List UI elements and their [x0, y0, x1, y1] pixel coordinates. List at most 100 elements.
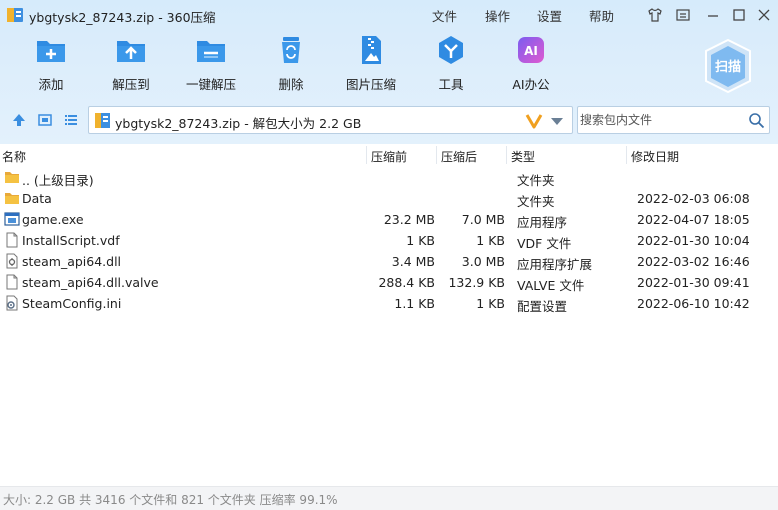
file-packed-size: 288.4 KB: [378, 275, 435, 290]
add-folder-icon: [34, 34, 68, 66]
tools-label: 工具: [438, 77, 464, 92]
file-type: 应用程序扩展: [517, 257, 593, 272]
file-name: InstallScript.vdf: [22, 233, 120, 248]
image-compress-label: 图片压缩: [345, 77, 396, 92]
file-modified: 2022-01-30 10:04: [637, 233, 750, 248]
zip-file-icon: [95, 113, 110, 128]
extract-to-button[interactable]: 解压到: [91, 34, 171, 94]
file-type: 文件夹: [517, 194, 555, 209]
title-bar: ybgtysk2_87243.zip - 360压缩 文件 操作 设置 帮助: [0, 0, 778, 30]
zip-app-icon: [7, 8, 23, 22]
dll-icon: [6, 253, 18, 269]
feedback-icon[interactable]: [674, 6, 692, 24]
tools-hexagon-icon: [434, 34, 468, 66]
column-divider[interactable]: [626, 146, 627, 164]
skin-shirt-icon[interactable]: [646, 6, 664, 24]
one-click-extract-button[interactable]: 一键解压: [171, 34, 251, 94]
file-type: 文件夹: [517, 173, 555, 188]
file-icon: [6, 274, 18, 290]
file-compressed-size: 7.0 MB: [461, 212, 505, 227]
file-type: 配置设置: [517, 299, 568, 314]
file-modified: 2022-01-30 09:41: [637, 275, 750, 290]
one-click-extract-label: 一键解压: [185, 77, 236, 92]
file-name: SteamConfig.ini: [22, 296, 122, 311]
file-compressed-size: 132.9 KB: [448, 275, 505, 290]
chevron-down-icon[interactable]: [550, 116, 564, 126]
file-packed-size: 3.4 MB: [391, 254, 435, 269]
file-modified: 2022-06-10 10:42: [637, 296, 750, 311]
ini-icon: [6, 295, 18, 311]
scan-label: 扫描: [714, 60, 741, 75]
list-item[interactable]: Data 文件夹 2022-02-03 06:08: [0, 188, 778, 209]
search-icon[interactable]: [748, 112, 765, 129]
thumbnail-view-icon[interactable]: [36, 111, 54, 129]
list-item[interactable]: game.exe 23.2 MB 7.0 MB 应用程序 2022-04-07 …: [0, 209, 778, 230]
folder-icon: [5, 193, 19, 204]
column-header: 名称 压缩前 压缩后 类型 修改日期: [0, 144, 778, 166]
main-toolbar: 添加 解压到 一键解压 删除 图片压缩 工具 AI AI办公: [0, 34, 700, 98]
status-text: 大小: 2.2 GB 共 3416 个文件和 821 个文件夹 压缩率 99.1…: [3, 493, 338, 507]
ai-badge-text: AI: [524, 44, 538, 58]
column-divider[interactable]: [366, 146, 367, 164]
menu-operate[interactable]: 操作: [485, 6, 510, 25]
file-modified: 2022-03-02 16:46: [637, 254, 750, 269]
minimize-icon[interactable]: [704, 6, 722, 24]
file-compressed-size: 3.0 MB: [461, 254, 505, 269]
column-modified[interactable]: 修改日期: [631, 148, 679, 165]
one-click-extract-icon: [194, 34, 228, 66]
menu-help[interactable]: 帮助: [589, 6, 614, 25]
list-view-icon[interactable]: [62, 111, 80, 129]
file-packed-size: 23.2 MB: [383, 212, 435, 227]
search-input[interactable]: [580, 110, 740, 130]
file-name: .. (上级目录): [22, 173, 94, 188]
file-modified: 2022-02-03 06:08: [637, 191, 750, 206]
file-compressed-size: 1 KB: [476, 233, 505, 248]
close-icon[interactable]: [755, 6, 773, 24]
column-divider[interactable]: [436, 146, 437, 164]
column-type[interactable]: 类型: [511, 148, 535, 165]
ai-office-button[interactable]: AI AI办公: [491, 34, 571, 94]
tools-button[interactable]: 工具: [411, 34, 491, 94]
menu-settings[interactable]: 设置: [537, 6, 562, 25]
menu-file[interactable]: 文件: [432, 6, 457, 25]
status-bar: 大小: 2.2 GB 共 3416 个文件和 821 个文件夹 压缩率 99.1…: [0, 486, 778, 510]
up-arrow-icon[interactable]: [10, 111, 28, 129]
file-packed-size: 1 KB: [406, 233, 435, 248]
column-divider[interactable]: [506, 146, 507, 164]
delete-button[interactable]: 删除: [251, 34, 331, 94]
v-logo-icon[interactable]: [525, 112, 543, 130]
file-type: VDF 文件: [517, 236, 572, 251]
file-type: 应用程序: [517, 215, 568, 230]
column-size[interactable]: 压缩后: [441, 148, 477, 165]
address-bar[interactable]: ybgtysk2_87243.zip - 解包大小为 2.2 GB: [88, 106, 573, 134]
exe-icon: [4, 212, 20, 226]
ai-icon: AI: [514, 34, 548, 66]
list-item[interactable]: SteamConfig.ini 1.1 KB 1 KB 配置设置 2022-06…: [0, 293, 778, 314]
list-item[interactable]: .. (上级目录) 文件夹: [0, 167, 778, 188]
recycle-bin-icon: [274, 34, 308, 66]
window-title: ybgtysk2_87243.zip - 360压缩: [29, 10, 216, 25]
file-packed-size: 1.1 KB: [394, 296, 435, 311]
file-name: steam_api64.dll.valve: [22, 275, 159, 290]
file-modified: 2022-04-07 18:05: [637, 212, 750, 227]
maximize-icon[interactable]: [730, 6, 748, 24]
scan-button[interactable]: 扫描: [702, 38, 754, 94]
list-item[interactable]: steam_api64.dll 3.4 MB 3.0 MB 应用程序扩展 202…: [0, 251, 778, 272]
file-name: game.exe: [22, 212, 84, 227]
ai-office-label: AI办公: [512, 77, 550, 92]
column-packed[interactable]: 压缩前: [371, 148, 407, 165]
column-name[interactable]: 名称: [2, 148, 26, 165]
list-item[interactable]: InstallScript.vdf 1 KB 1 KB VDF 文件 2022-…: [0, 230, 778, 251]
header-region: ybgtysk2_87243.zip - 360压缩 文件 操作 设置 帮助 添…: [0, 0, 778, 144]
image-compress-button[interactable]: 图片压缩: [331, 34, 411, 94]
folder-up-icon: [5, 172, 19, 183]
file-name: Data: [22, 191, 52, 206]
add-button[interactable]: 添加: [11, 34, 91, 94]
delete-label: 删除: [278, 77, 304, 92]
list-item[interactable]: steam_api64.dll.valve 288.4 KB 132.9 KB …: [0, 272, 778, 293]
file-name: steam_api64.dll: [22, 254, 122, 269]
address-path: ybgtysk2_87243.zip - 解包大小为 2.2 GB: [115, 116, 362, 131]
file-type: VALVE 文件: [517, 278, 585, 293]
extract-folder-icon: [114, 34, 148, 66]
search-box[interactable]: [577, 106, 770, 134]
